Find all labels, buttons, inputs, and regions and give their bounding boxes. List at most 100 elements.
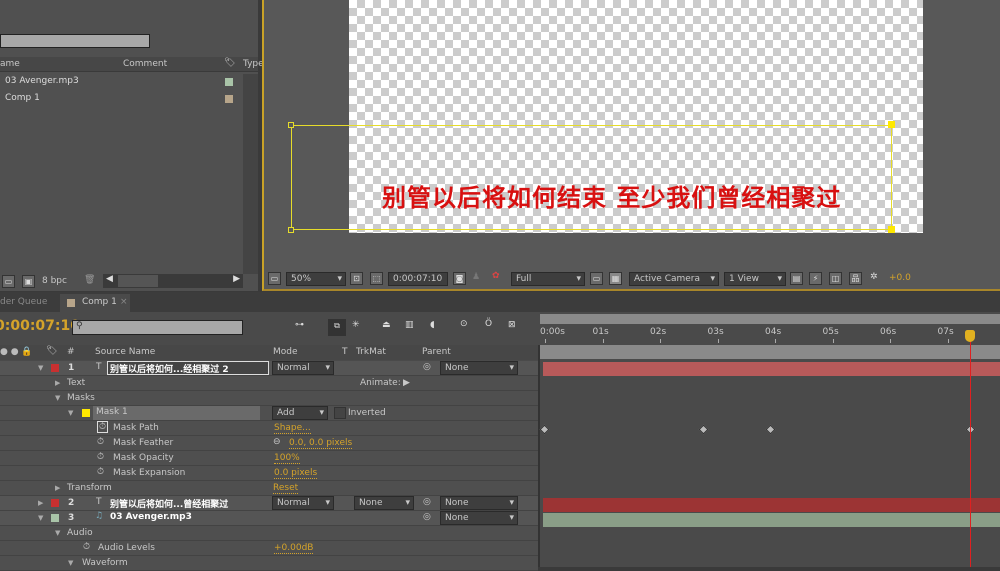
zoom-dropdown[interactable]: 50% <box>286 272 346 286</box>
column-mode[interactable]: Mode <box>273 347 298 357</box>
view-layout-dropdown[interactable]: 1 View <box>724 272 786 286</box>
composition-mini-flowchart-icon[interactable]: ⊶ <box>295 320 304 330</box>
stopwatch-icon[interactable]: ⏱ <box>97 467 104 477</box>
column-parent[interactable]: Parent <box>422 347 451 357</box>
prop-audio-levels[interactable]: ⏱ Audio Levels +0.00dB <box>0 541 538 556</box>
trkmat-dropdown[interactable]: None <box>354 496 414 510</box>
prop-text[interactable]: ▶ Text Animate: ▶ <box>0 376 538 391</box>
reset-link[interactable]: Reset <box>273 483 299 494</box>
stopwatch-icon[interactable]: ⏱ <box>83 542 90 552</box>
prop-mask-path[interactable]: ⏱ Mask Path Shape... <box>0 421 538 436</box>
keyframe[interactable] <box>698 424 709 435</box>
prop-mask-expansion[interactable]: ⏱ Mask Expansion 0.0 pixels <box>0 466 538 481</box>
pixel-aspect-icon[interactable]: ▤ <box>790 272 803 285</box>
time-ruler[interactable]: 0:00s 01s 02s 03s 04s 05s 06s 07s <box>540 325 1000 345</box>
current-time-display[interactable]: 0:00:07:10 <box>0 318 80 334</box>
prop-transform[interactable]: ▶ Transform Reset <box>0 481 538 496</box>
exposure-value[interactable]: +0.0 <box>889 273 911 283</box>
column-number[interactable]: # <box>67 347 75 357</box>
playhead-handle[interactable] <box>965 330 975 342</box>
stopwatch-icon[interactable]: ⏱ <box>97 452 104 462</box>
prop-waveform[interactable]: ▼ Waveform <box>0 556 538 571</box>
keyframe[interactable] <box>765 424 776 435</box>
brainstorm-icon[interactable]: ⊙ <box>460 319 468 329</box>
region-of-interest-icon[interactable]: ⊡ <box>350 272 363 285</box>
folder-icon[interactable]: ▭ <box>2 275 15 288</box>
timeline-search-input[interactable]: ⚲ <box>72 320 243 335</box>
project-search-input[interactable] <box>0 34 150 48</box>
mode-dropdown[interactable]: Normal <box>272 496 334 510</box>
prop-mask-feather[interactable]: ⏱ Mask Feather ⊖ 0.0, 0.0 pixels <box>0 436 538 451</box>
layer-name[interactable]: 03 Avenger.mp3 <box>110 512 192 522</box>
mask-path-value[interactable]: Shape... <box>274 423 311 434</box>
stopwatch-icon[interactable]: ⏱ <box>97 437 104 447</box>
parent-dropdown[interactable]: None <box>440 496 518 510</box>
camera-dropdown[interactable]: Active Camera <box>629 272 719 286</box>
prop-mask-1[interactable]: ▼ Mask 1 Add Inverted <box>0 406 538 421</box>
column-name[interactable]: ame <box>0 59 20 69</box>
close-icon[interactable]: × <box>120 297 128 307</box>
layer-name[interactable]: 别管以后将如何...曾经相聚过 <box>110 497 228 510</box>
motion-blur-icon[interactable]: ◖ <box>430 320 435 330</box>
prop-audio[interactable]: ▼ Audio <box>0 526 538 541</box>
parent-dropdown[interactable]: None <box>440 361 518 375</box>
bpc-toggle[interactable]: 8 bpc <box>42 276 67 286</box>
composition-viewer[interactable]: 别管以后将如何结束 至少我们曾经相聚过 ▭ 50% ⊡ ⬚ 0:00:07:10… <box>262 0 1000 291</box>
inverted-checkbox[interactable] <box>334 407 346 419</box>
mask-vertex[interactable] <box>288 122 294 128</box>
mode-dropdown[interactable]: Normal <box>272 361 334 375</box>
safe-margins-icon[interactable]: ⬚ <box>370 272 383 285</box>
tab-comp-1[interactable]: Comp 1 × <box>60 294 130 312</box>
column-source-name[interactable]: Source Name <box>95 347 155 357</box>
live-update-icon[interactable]: ⧉ <box>328 319 346 336</box>
flowchart-toggle-icon[interactable]: ⚡ <box>809 272 822 285</box>
always-preview-icon[interactable]: ▭ <box>268 272 281 285</box>
project-item[interactable]: 03 Avenger.mp3 <box>0 74 242 90</box>
new-comp-icon[interactable]: ▣ <box>22 275 35 288</box>
stopwatch-icon[interactable]: ⏱ <box>97 421 109 433</box>
work-area-bar[interactable] <box>540 314 1000 324</box>
prop-masks[interactable]: ▼ Masks <box>0 391 538 406</box>
column-trkmat[interactable]: TrkMat <box>356 347 386 357</box>
pickwhip-icon[interactable]: ◎ <box>423 497 431 507</box>
column-comment[interactable]: Comment <box>123 59 167 69</box>
layer-row-3[interactable]: ▼ 3 ♫ 03 Avenger.mp3 ◎ None <box>0 511 538 526</box>
timeline-icon[interactable]: ◫ <box>829 272 842 285</box>
mask-name[interactable]: Mask 1 <box>93 406 260 420</box>
frame-blending-icon[interactable]: ▥ <box>405 320 414 330</box>
project-scrollbar[interactable] <box>243 74 258 274</box>
auto-keyframe-icon[interactable]: Ö <box>485 319 492 329</box>
pickwhip-icon[interactable]: ◎ <box>423 512 431 522</box>
column-type[interactable]: Type <box>243 59 264 69</box>
layer-1-bar[interactable] <box>543 362 1000 376</box>
channels-icon[interactable]: ✿ <box>492 271 500 281</box>
fast-previews-icon[interactable]: ▭ <box>590 272 603 285</box>
trash-icon[interactable]: 🗑 <box>84 275 95 285</box>
flowchart-icon[interactable]: 品 <box>849 272 862 285</box>
tab-render-queue[interactable]: der Queue <box>0 297 47 307</box>
prop-mask-opacity[interactable]: ⏱ Mask Opacity 100% <box>0 451 538 466</box>
time-navigator[interactable] <box>540 345 1000 359</box>
transparency-grid-icon[interactable]: ▦ <box>609 272 622 285</box>
link-icon[interactable]: ⊖ <box>273 437 281 447</box>
current-time-indicator[interactable] <box>970 332 971 567</box>
resolution-dropdown[interactable]: Full <box>511 272 585 286</box>
hide-shy-layers-icon[interactable]: ⏏ <box>382 320 391 330</box>
layer-name-input[interactable]: 别管以后将如何...经相聚过 2 <box>107 361 269 375</box>
mask-vertex[interactable] <box>888 121 895 128</box>
snapshot-icon[interactable]: ◙ <box>453 272 466 285</box>
pickwhip-icon[interactable]: ◎ <box>423 362 431 372</box>
mask-vertex[interactable] <box>888 226 895 233</box>
layer-3-bar[interactable] <box>543 513 1000 527</box>
show-snapshot-icon[interactable]: ♟ <box>472 272 480 282</box>
mask-vertex[interactable] <box>288 227 294 233</box>
parent-dropdown[interactable]: None <box>440 511 518 525</box>
column-t[interactable]: T <box>342 347 348 357</box>
project-item[interactable]: Comp 1 <box>0 91 242 107</box>
layer-row-2[interactable]: ▶ 2 T 别管以后将如何...曾经相聚过 Normal None ◎ None <box>0 496 538 511</box>
layer-2-bar[interactable] <box>543 498 1000 512</box>
draft-3d-icon[interactable]: ✳ <box>352 320 360 330</box>
animate-button[interactable]: Animate: <box>360 378 401 388</box>
mask-mode-dropdown[interactable]: Add <box>272 406 328 420</box>
graph-editor-icon[interactable]: ⊠ <box>508 320 516 330</box>
